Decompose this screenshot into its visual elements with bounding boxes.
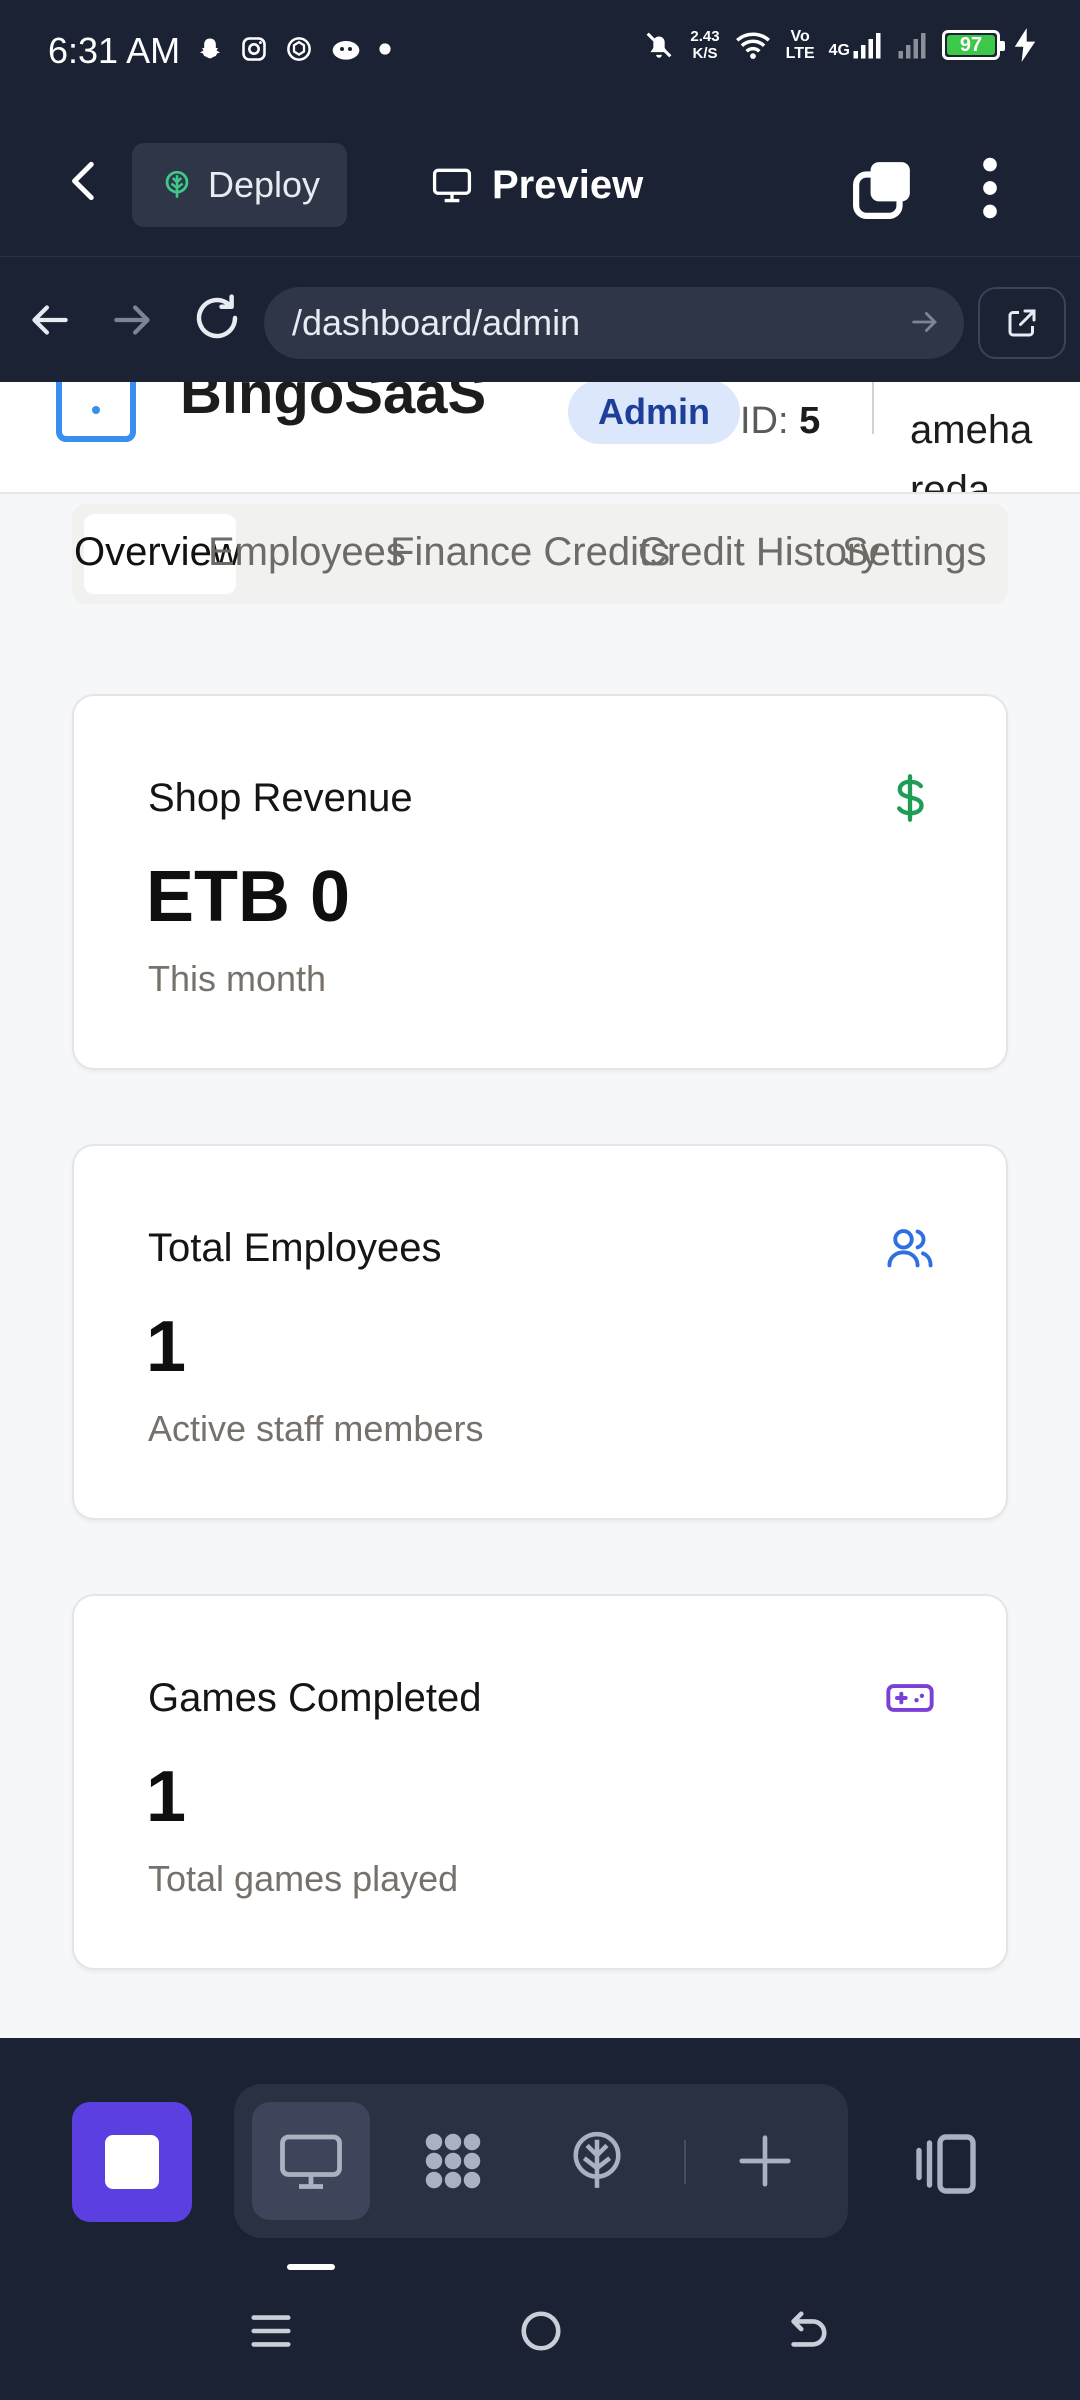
- dots-grid-icon: [425, 2133, 481, 2189]
- user-first-name: ameha: [910, 408, 1033, 452]
- reload-icon[interactable]: [190, 291, 244, 345]
- battery-indicator: 97: [942, 30, 1005, 60]
- users-icon: [887, 1229, 933, 1268]
- app-bar: Deploy Preview: [0, 108, 1080, 256]
- deploy-label: Deploy: [208, 164, 321, 205]
- user-name[interactable]: ameha reda: [910, 400, 1080, 494]
- volte-bottom: LTE: [785, 45, 815, 62]
- cloud-app-icon: [332, 41, 360, 60]
- tab-employees[interactable]: Employees: [208, 530, 406, 575]
- card-title: Games Completed: [148, 1676, 482, 1720]
- toolbar-separator: [684, 2140, 686, 2184]
- preview-mode-button[interactable]: [252, 2102, 370, 2220]
- mute-bell-icon: [646, 32, 672, 58]
- home-icon[interactable]: [518, 2308, 564, 2354]
- status-time: 6:31 AM: [48, 30, 181, 71]
- status-bar: 6:31 AM 2.43 K/S Vo LTE 4G 97: [0, 0, 1080, 108]
- card-subtitle: Total games played: [148, 1858, 459, 1899]
- tabs-switcher-icon[interactable]: [852, 158, 914, 220]
- instagram-icon: [242, 37, 266, 61]
- view-mode-group: [234, 2084, 848, 2238]
- signal-primary: 4G: [829, 30, 882, 60]
- split-view-icon[interactable]: [910, 2128, 982, 2200]
- recents-icon[interactable]: [248, 2308, 294, 2354]
- url-bar: /dashboard/admin: [0, 256, 1080, 382]
- chatgpt-icon: [287, 37, 311, 61]
- deploy-button[interactable]: Deploy: [132, 143, 347, 227]
- net-speed: 2.43 K/S: [690, 28, 719, 62]
- browser-back-icon[interactable]: [24, 295, 74, 345]
- signal-bars-icon: [853, 33, 881, 59]
- integrations-button[interactable]: [394, 2102, 512, 2220]
- dollar-icon: [897, 774, 924, 822]
- site-header: BingoSaaS Admin ID: 5 ameha reda: [0, 382, 1080, 494]
- system-back-icon[interactable]: [784, 2308, 830, 2354]
- preview-button[interactable]: Preview: [430, 143, 643, 227]
- stop-icon: [105, 2135, 159, 2189]
- net-speed-unit: K/S: [692, 45, 718, 62]
- network-type: 4G: [828, 42, 850, 59]
- card-subtitle: Active staff members: [148, 1408, 484, 1449]
- volte-top: Vo: [790, 28, 810, 45]
- deploy-tool-button[interactable]: [538, 2102, 656, 2220]
- monitor-icon: [432, 168, 472, 203]
- user-last-name: reda: [910, 468, 991, 494]
- add-tool-button[interactable]: [706, 2102, 824, 2220]
- games-card: Games Completed 1 Total games played: [72, 1594, 1008, 1970]
- volte-indicator: Vo LTE: [786, 28, 815, 62]
- card-subtitle: This month: [148, 958, 327, 999]
- system-navigation: [0, 2308, 1080, 2388]
- employees-card: Total Employees 1 Active staff members: [72, 1144, 1008, 1520]
- battery-level: 97: [959, 33, 983, 56]
- card-title: Total Employees: [148, 1226, 442, 1270]
- wifi-icon: [735, 32, 770, 59]
- role-badge: Admin: [568, 382, 740, 444]
- url-input[interactable]: /dashboard/admin: [264, 287, 964, 359]
- card-value: 1: [146, 1307, 187, 1387]
- url-text: /dashboard/admin: [292, 302, 581, 343]
- browser-forward-icon[interactable]: [108, 295, 158, 345]
- signal-bars-weak-icon: [898, 33, 926, 59]
- brand-logo-icon[interactable]: [56, 382, 136, 442]
- revenue-card: Shop Revenue ETB 0 This month: [72, 694, 1008, 1070]
- back-chevron-icon[interactable]: [60, 156, 110, 206]
- bottom-toolbar: [0, 2038, 1080, 2400]
- active-indicator: [287, 2264, 335, 2270]
- tab-finance-credits[interactable]: Finance Credits: [390, 530, 670, 575]
- shop-id-value: 5: [799, 400, 821, 442]
- web-preview: BingoSaaS Admin ID: 5 ameha reda Overvie…: [0, 382, 1080, 2038]
- dashboard-tabs: Overview Employees Finance Credits Credi…: [72, 504, 1008, 604]
- shop-id: ID: 5: [740, 400, 820, 443]
- dot-icon: [379, 43, 391, 55]
- net-speed-value: 2.43: [690, 28, 720, 45]
- gamepad-icon: [886, 1684, 934, 1712]
- plus-icon: [739, 2135, 791, 2187]
- header-divider: [872, 382, 874, 434]
- stop-button[interactable]: [72, 2102, 192, 2222]
- deploy-tree-icon: [573, 2131, 621, 2188]
- system-status-icons: 2.43 K/S Vo LTE 4G 97: [642, 28, 1036, 62]
- snapchat-icon: [200, 38, 220, 59]
- preview-label: Preview: [492, 162, 644, 207]
- shop-id-label: ID:: [740, 400, 789, 442]
- charging-icon: [1014, 28, 1036, 62]
- go-arrow-icon[interactable]: [908, 305, 942, 339]
- card-title: Shop Revenue: [148, 776, 413, 820]
- external-link-icon: [1008, 309, 1036, 337]
- brand-name[interactable]: BingoSaaS: [180, 382, 486, 427]
- more-menu-icon[interactable]: [970, 156, 1010, 220]
- notification-icons: [196, 34, 392, 64]
- deploy-tree-icon: [165, 170, 189, 198]
- tab-settings[interactable]: Settings: [842, 530, 987, 575]
- card-value: ETB 0: [146, 857, 351, 937]
- card-value: 1: [146, 1757, 187, 1837]
- monitor-icon: [280, 2134, 342, 2189]
- open-external-button[interactable]: [978, 287, 1066, 359]
